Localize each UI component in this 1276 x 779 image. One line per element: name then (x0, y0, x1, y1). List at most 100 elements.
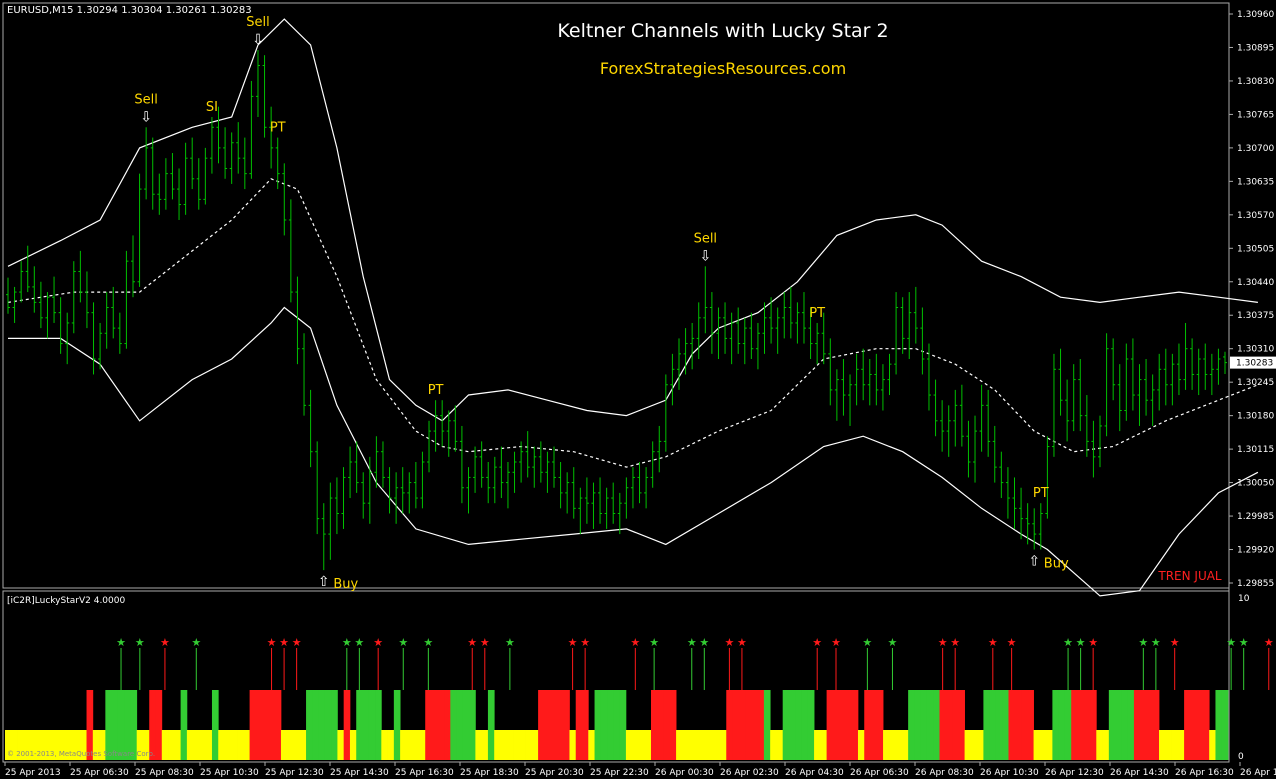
histogram-bar (977, 730, 984, 760)
signal-star-icon: ★ (630, 636, 640, 649)
histogram-bar (726, 690, 733, 760)
indicator-axis-min: 0 (1238, 752, 1244, 762)
annotation: PT (809, 306, 825, 321)
histogram-bar (1121, 690, 1129, 760)
signal-star-icon: ★ (737, 636, 747, 649)
histogram-bar (155, 690, 163, 760)
histogram-bar (1146, 690, 1154, 760)
histogram-bar (876, 690, 884, 760)
histogram-bar (324, 690, 332, 760)
annotation-label: Sell (134, 92, 157, 107)
histogram-bar (1115, 690, 1122, 760)
signal-star-icon: ★ (342, 636, 352, 649)
histogram-bar (237, 730, 244, 760)
histogram-bar (525, 730, 533, 760)
histogram-bar (588, 730, 595, 760)
histogram-bar (1140, 690, 1147, 760)
histogram-bar (926, 690, 934, 760)
histogram-bar (832, 690, 840, 760)
signal-star-icon: ★ (505, 636, 515, 649)
chart-background (0, 0, 1276, 779)
histogram-bar (952, 690, 959, 760)
time-tick-label: 26 Apr 18:30 (1240, 768, 1276, 778)
histogram-bar (857, 730, 865, 760)
histogram-bar (1027, 690, 1034, 760)
annotation-label: PT (809, 306, 825, 321)
signal-star-icon: ★ (649, 636, 659, 649)
signal-star-icon: ★ (938, 636, 948, 649)
mt4-chart[interactable]: ★ ★ ★ ★ ★ ★ ★ ★ ★ ★ ★ ★ ★ ★ ★ ★ ★ ★ ★ ★ ★ ★ ★ ★ ★ ★ ★ ★ ★ ★ ★ ★ ★ ★ ★ ★ ★ ★ ★ ★… (0, 0, 1276, 779)
trend-label: TREN JUAL (1157, 569, 1222, 583)
histogram-bar (462, 690, 470, 760)
time-tick-label: 26 Apr 14:30 (1110, 768, 1169, 778)
histogram-bar (607, 690, 614, 760)
histogram-bar (406, 730, 414, 760)
histogram-bar (494, 730, 501, 760)
histogram-bar (625, 730, 633, 760)
time-tick-label: 25 Apr 08:30 (135, 768, 194, 778)
histogram-bar (676, 730, 683, 760)
histogram-bar (268, 690, 276, 760)
histogram-bar (1221, 690, 1229, 760)
signal-star-icon: ★ (292, 636, 302, 649)
histogram-bar (1033, 730, 1041, 760)
signal-star-icon: ★ (888, 636, 898, 649)
price-tick-label: 1.29920 (1237, 546, 1274, 556)
signal-star-icon: ★ (1088, 636, 1098, 649)
histogram-bar (638, 730, 646, 760)
histogram-bar (895, 730, 903, 760)
histogram-bar (719, 730, 727, 760)
histogram-bar (757, 690, 765, 760)
time-tick-label: 25 Apr 16:30 (395, 768, 454, 778)
time-tick-label: 26 Apr 10:30 (980, 768, 1039, 778)
time-tick-label: 26 Apr 02:30 (720, 768, 779, 778)
indicator-header: [iC2R]LuckyStarV2 4.0000 (7, 596, 125, 606)
down-arrow-icon: ⇩ (699, 248, 711, 264)
annotation-label: PT (270, 121, 286, 136)
time-tick-label: 26 Apr 00:30 (655, 768, 714, 778)
histogram-bar (820, 730, 827, 760)
histogram-bar (444, 690, 451, 760)
histogram-bar (776, 730, 784, 760)
signal-star-icon: ★ (1007, 636, 1017, 649)
histogram-bar (770, 730, 777, 760)
histogram-bar (788, 690, 796, 760)
histogram-bar (538, 690, 545, 760)
price-tick-label: 1.30050 (1237, 479, 1274, 489)
signal-star-icon: ★ (1076, 636, 1086, 649)
histogram-bar (1058, 690, 1066, 760)
histogram-bar (418, 730, 426, 760)
histogram-bar (914, 690, 922, 760)
annotation-label: Sell (246, 15, 269, 30)
histogram-bar (193, 730, 200, 760)
histogram-bar (1127, 690, 1135, 760)
annotation: PT (1033, 486, 1049, 501)
histogram-bar (1064, 690, 1072, 760)
annotation-label: PT (1033, 486, 1049, 501)
signal-star-icon: ★ (724, 636, 734, 649)
histogram-bar (425, 690, 432, 760)
histogram-bar (186, 730, 194, 760)
histogram-bar (412, 730, 420, 760)
histogram-bar (368, 690, 376, 760)
signal-star-icon: ★ (988, 636, 998, 649)
histogram-bar (864, 690, 871, 760)
histogram-bar (293, 730, 301, 760)
histogram-bar (1108, 690, 1116, 760)
price-tick-label: 1.30570 (1237, 211, 1274, 221)
price-tick-label: 1.30245 (1237, 378, 1274, 388)
time-tick-label: 25 Apr 18:30 (460, 768, 519, 778)
histogram-bar (851, 690, 859, 760)
histogram-bar (243, 730, 250, 760)
histogram-bar (663, 690, 671, 760)
chart-subtitle: ForexStrategiesResources.com (600, 59, 846, 78)
histogram-bar (299, 730, 307, 760)
price-tick-label: 1.30895 (1237, 43, 1274, 53)
signal-star-icon: ★ (580, 636, 590, 649)
signal-star-icon: ★ (467, 636, 477, 649)
histogram-bar (801, 690, 809, 760)
histogram-bar (487, 690, 495, 760)
histogram-bar (983, 690, 991, 760)
histogram-bar (870, 690, 878, 760)
annotation: SI (206, 100, 218, 115)
